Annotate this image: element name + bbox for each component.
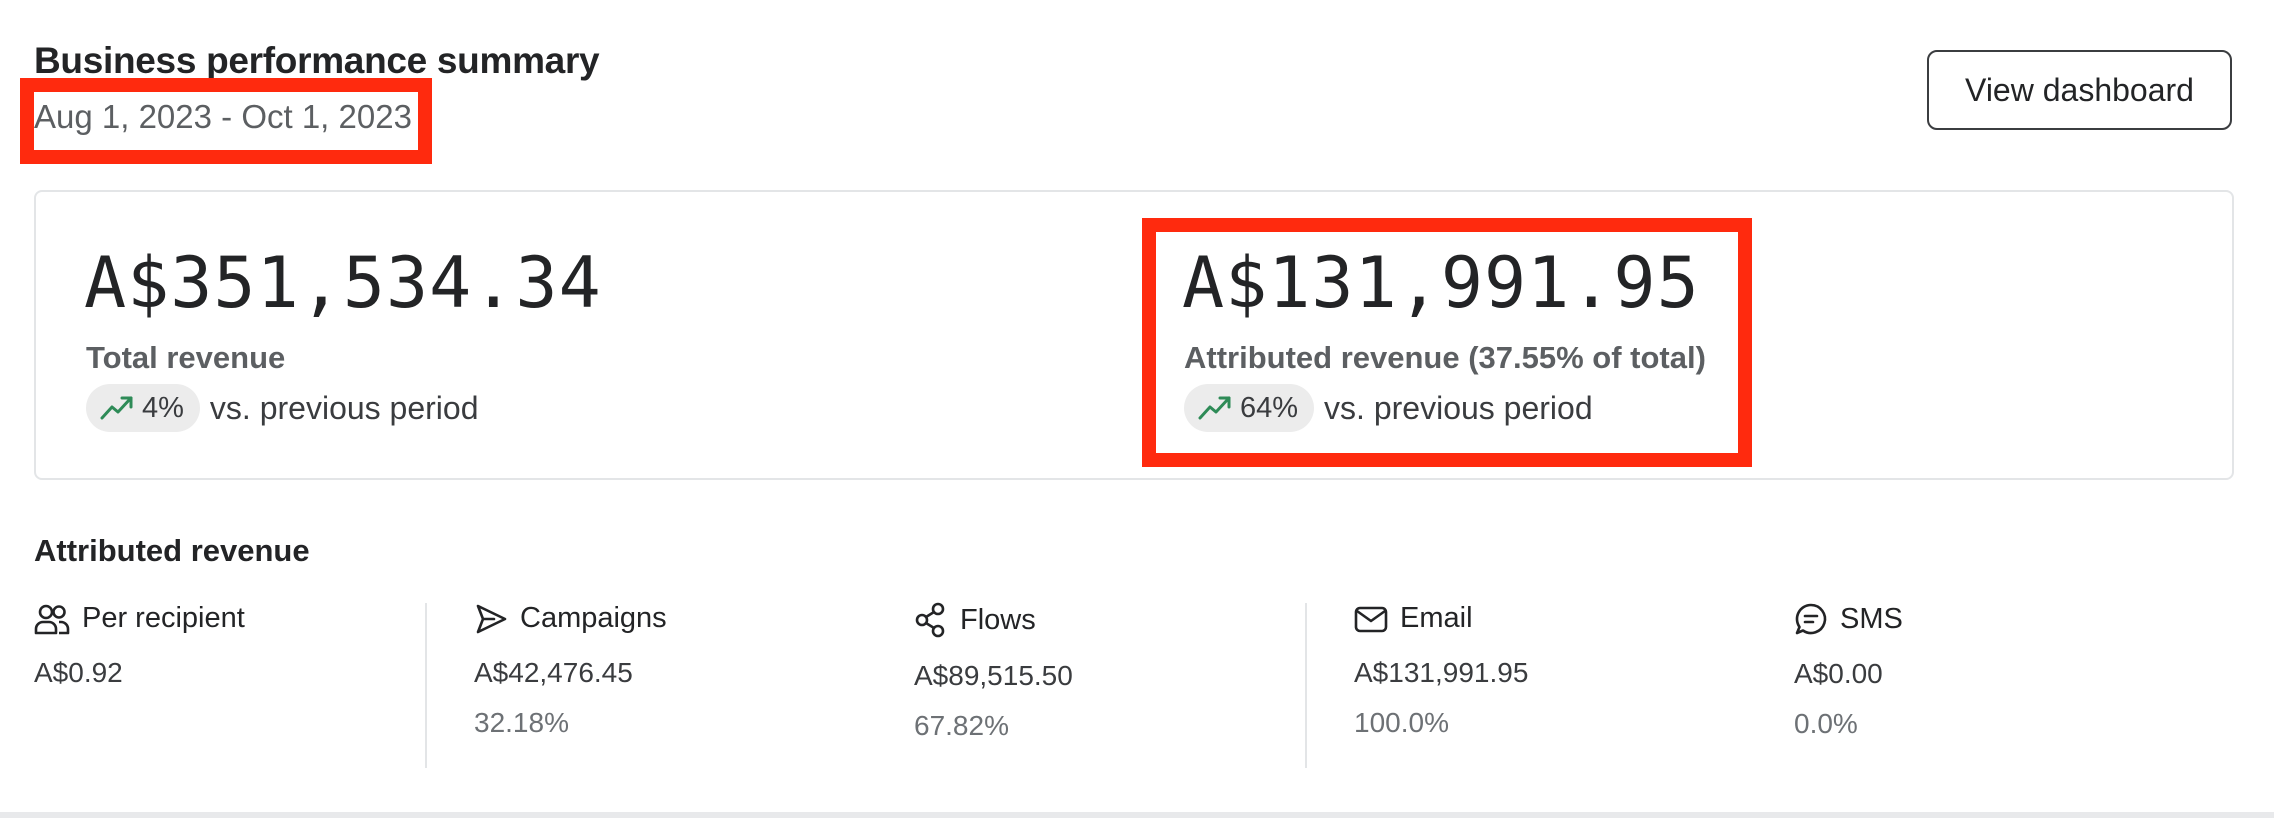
stat-label-campaigns: Campaigns [520, 602, 667, 634]
attributed-change-badge: 64% [1184, 384, 1315, 432]
divider [1305, 603, 1307, 768]
attributed-revenue-change: 64% vs. previous period [1184, 384, 1593, 432]
stat-percent-flows: 67.82% [914, 710, 1009, 741]
trend-up-icon [100, 396, 133, 420]
attributed-comparison-text: vs. previous period [1324, 389, 1593, 426]
bottom-divider [0, 812, 2274, 818]
stat-label-email: Email [1400, 602, 1473, 634]
stat-per-recipient: Per recipient A$0.92 [34, 602, 474, 768]
divider [425, 603, 427, 768]
stat-percent-campaigns: 32.18% [474, 707, 569, 738]
stat-campaigns: Campaigns A$42,476.45 32.18% [474, 602, 914, 768]
view-dashboard-button[interactable]: View dashboard [1927, 50, 2232, 130]
total-change-value: 4% [142, 391, 184, 424]
total-revenue-change: 4% vs. previous period [86, 384, 479, 432]
users-icon [34, 604, 70, 634]
stat-percent-sms: 0.0% [1794, 708, 1858, 739]
page-title: Business performance summary [34, 40, 600, 81]
stat-label-per-recipient: Per recipient [82, 602, 245, 634]
stat-label-flows: Flows [960, 603, 1036, 636]
stat-flows: Flows A$89,515.50 67.82% [914, 602, 1354, 768]
total-change-badge: 4% [86, 384, 200, 432]
attributed-revenue-label: Attributed revenue (37.55% of total) [1184, 340, 1706, 375]
total-revenue-amount: A$351,534.34 [84, 242, 602, 324]
stat-value-campaigns: A$42,476.45 [474, 657, 633, 688]
chat-icon [1795, 603, 1827, 635]
stat-percent-email: 100.0% [1354, 707, 1449, 738]
flow-icon [915, 602, 945, 638]
stat-value-per-recipient: A$0.92 [34, 657, 123, 688]
stat-email: Email A$131,991.95 100.0% [1354, 602, 1794, 768]
section-title-attributed-revenue: Attributed revenue [34, 533, 310, 568]
stat-value-sms: A$0.00 [1794, 658, 1883, 689]
stat-label-sms: SMS [1840, 602, 1903, 635]
total-revenue-label: Total revenue [86, 340, 286, 375]
mail-icon [1354, 606, 1388, 632]
attributed-change-value: 64% [1240, 391, 1299, 424]
send-icon [476, 604, 507, 633]
stat-sms: SMS A$0.00 0.0% [1794, 602, 2234, 768]
stat-value-email: A$131,991.95 [1354, 657, 1529, 688]
attributed-revenue-amount: A$131,991.95 [1182, 242, 1700, 324]
date-range: Aug 1, 2023 - Oct 1, 2023 [34, 98, 412, 135]
stat-value-flows: A$89,515.50 [914, 660, 1073, 691]
summary-card: A$351,534.34 Total revenue 4% vs. previo… [34, 190, 2234, 480]
total-comparison-text: vs. previous period [209, 389, 479, 426]
trend-up-icon [1198, 396, 1231, 420]
